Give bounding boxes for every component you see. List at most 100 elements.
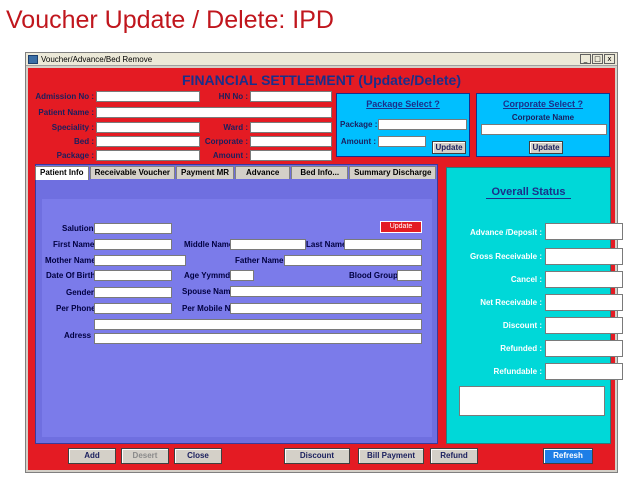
first-name-field[interactable] <box>94 239 172 250</box>
bed-field[interactable] <box>96 136 200 147</box>
ward-field[interactable] <box>250 122 332 133</box>
speciality-field[interactable] <box>96 122 200 133</box>
minimize-button[interactable]: _ <box>580 54 591 64</box>
corporate-field[interactable] <box>250 136 332 147</box>
gross-receivable-label: Gross Receivable : <box>469 252 542 261</box>
refunded-field[interactable] <box>545 340 623 357</box>
corporate-name-label: Corporate Name <box>511 113 575 122</box>
spouse-name-field[interactable] <box>230 286 422 297</box>
hn-no-label: HN No : <box>218 92 248 101</box>
bill-payment-button[interactable]: Bill Payment <box>358 448 424 464</box>
corporate-update-button[interactable]: Update <box>529 141 563 154</box>
corporate-select-box: Corporate Select ? Corporate Name Update <box>476 93 610 157</box>
slide-title: Voucher Update / Delete: IPD <box>6 6 334 34</box>
middle-name-label: Middle Name <box>184 240 234 249</box>
package-amount-label: Amount : <box>340 137 376 146</box>
mother-name-label: Mother Name <box>45 256 96 265</box>
hn-no-field[interactable] <box>250 91 332 102</box>
app-icon <box>28 54 38 64</box>
salution-label: Salution <box>62 224 94 233</box>
main-content: FINANCIAL SETTLEMENT (Update/Delete) Adm… <box>28 68 623 470</box>
amount-field[interactable] <box>250 150 332 161</box>
package-select-field[interactable] <box>378 119 467 130</box>
package-update-button[interactable]: Update <box>432 141 466 154</box>
overall-status-title: Overall Status <box>447 186 610 199</box>
net-receivable-label: Net Receivable : <box>480 298 542 307</box>
package-label: Package : <box>56 151 94 160</box>
tab-summary-discharge[interactable]: Summary Discharge <box>349 166 437 179</box>
package-select-label: Package : <box>340 120 378 129</box>
gross-receivable-field[interactable] <box>545 248 623 265</box>
per-phone-label: Per Phone <box>56 304 96 313</box>
middle-name-field[interactable] <box>230 239 306 250</box>
tab-bed-info[interactable]: Bed Info... <box>291 166 349 179</box>
cancel-label: Cancel : <box>510 275 542 284</box>
salution-field[interactable] <box>94 223 172 234</box>
age-field[interactable] <box>230 270 254 281</box>
tab-row: Patient Info Receivable Voucher Payment … <box>35 166 437 180</box>
admission-no-field[interactable] <box>96 91 200 102</box>
per-mobile-field[interactable] <box>230 303 422 314</box>
advance-deposit-label: Advance /Deposit : <box>469 228 542 237</box>
tab-advance[interactable]: Advance <box>235 166 291 179</box>
discount-button[interactable]: Discount <box>284 448 350 464</box>
corporate-name-field[interactable] <box>481 124 607 135</box>
tab-receivable-voucher[interactable]: Receivable Voucher <box>89 166 176 179</box>
last-name-field[interactable] <box>344 239 422 250</box>
patient-name-field[interactable] <box>96 107 332 118</box>
cancel-field[interactable] <box>545 271 623 288</box>
tab-payment-mr[interactable]: Payment MR <box>176 166 235 179</box>
corporate-select-title[interactable]: Corporate Select ? <box>477 99 609 109</box>
refundable-field[interactable] <box>545 363 623 380</box>
package-select-title[interactable]: Package Select ? <box>337 99 469 109</box>
close-button[interactable]: Close <box>174 448 222 464</box>
tab-patient-info[interactable]: Patient Info <box>35 166 89 180</box>
dob-label: Date Of Birth <box>46 271 96 280</box>
advance-deposit-field[interactable] <box>545 223 623 240</box>
father-name-field[interactable] <box>284 255 422 266</box>
blood-group-label: Blood Group <box>349 271 398 280</box>
per-mobile-label: Per Mobile No <box>182 304 236 313</box>
ward-label: Ward : <box>223 123 248 132</box>
patient-name-label: Patient Name : <box>38 108 94 117</box>
admission-no-label: Admission No : <box>35 92 94 101</box>
net-receivable-field[interactable] <box>545 294 623 311</box>
refunded-label: Refunded : <box>500 344 542 353</box>
corporate-label: Corporate : <box>204 137 248 146</box>
window-titlebar: Voucher/Advance/Bed Remove _ □ x <box>26 53 617 66</box>
overall-status-panel: Overall Status Advance /Deposit : Gross … <box>446 167 623 444</box>
speciality-label: Speciality : <box>51 123 94 132</box>
spouse-name-label: Spouse Name <box>182 287 235 296</box>
package-amount-field[interactable] <box>378 136 426 147</box>
discount-field[interactable] <box>545 317 623 334</box>
package-field[interactable] <box>96 150 200 161</box>
blood-group-field[interactable] <box>397 270 422 281</box>
first-name-label: First Name <box>53 240 95 249</box>
last-name-label: Last Name <box>306 240 347 249</box>
father-name-label: Father Name <box>235 256 284 265</box>
address-line-2[interactable] <box>94 333 422 344</box>
mother-name-field[interactable] <box>94 255 186 266</box>
gender-field[interactable] <box>94 287 172 298</box>
address-line-1[interactable] <box>94 319 422 330</box>
maximize-button[interactable]: □ <box>592 54 603 64</box>
desert-button[interactable]: Desert <box>121 448 169 464</box>
adress-label: Adress <box>64 331 92 340</box>
package-select-box: Package Select ? Package : Amount : Upda… <box>336 93 470 157</box>
status-notes-field[interactable] <box>459 386 605 416</box>
per-phone-field[interactable] <box>94 303 172 314</box>
dob-field[interactable] <box>94 270 172 281</box>
page-title: FINANCIAL SETTLEMENT (Update/Delete) <box>182 72 461 88</box>
refresh-button[interactable]: Refresh <box>543 448 593 464</box>
age-label: Age Yymmdd <box>184 271 235 280</box>
close-window-button[interactable]: x <box>604 54 615 64</box>
app-window: Voucher/Advance/Bed Remove _ □ x FINANCI… <box>25 52 623 473</box>
refundable-label: Refundable : <box>493 367 542 376</box>
refund-button[interactable]: Refund <box>430 448 478 464</box>
gender-label: Gender <box>66 288 95 297</box>
patient-update-button[interactable]: Update <box>380 221 422 233</box>
add-button[interactable]: Add <box>68 448 116 464</box>
discount-label: Discount : <box>502 321 542 330</box>
window-title: Voucher/Advance/Bed Remove <box>41 54 153 64</box>
bed-label: Bed : <box>74 137 94 146</box>
